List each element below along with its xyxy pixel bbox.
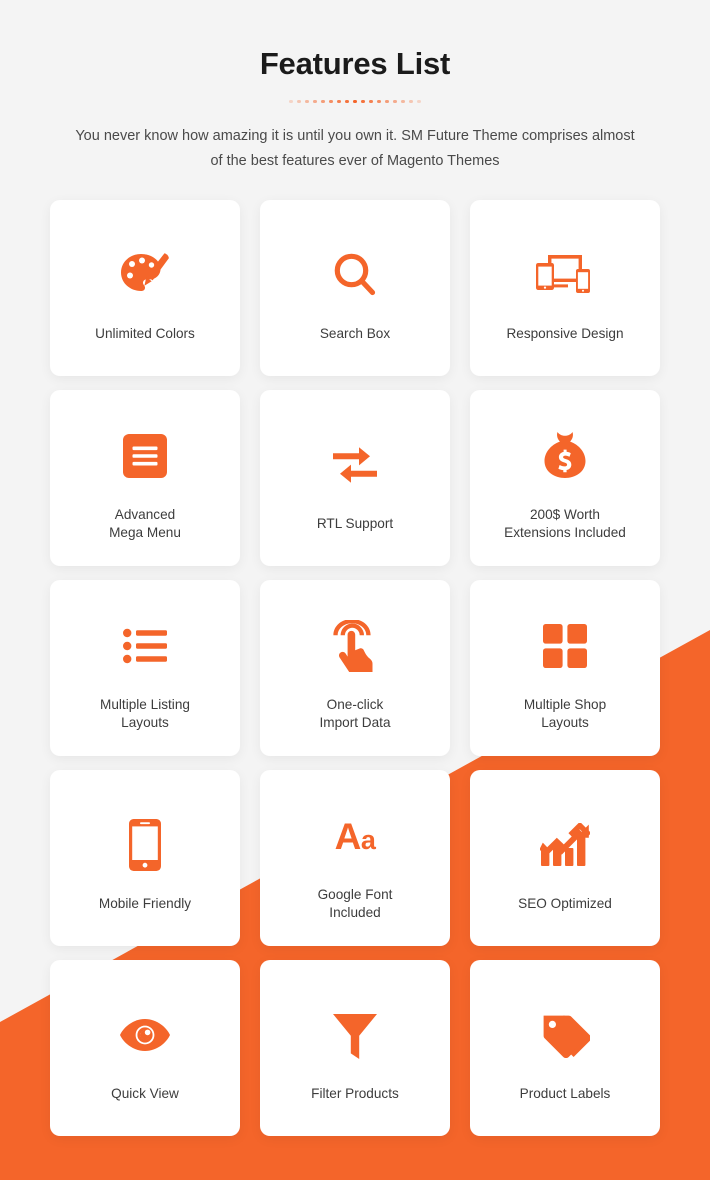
features-list-section: Features List You never know how amazing… (0, 0, 710, 1136)
feature-card[interactable]: Mobile Friendly (50, 770, 240, 946)
feature-card[interactable]: Responsive Design (470, 200, 660, 376)
hamburger-menu-icon (123, 418, 167, 494)
feature-label: Google Font Included (318, 886, 393, 921)
feature-card[interactable]: Multiple Shop Layouts (470, 580, 660, 756)
feature-label: Multiple Listing Layouts (100, 696, 190, 731)
hand-click-icon (331, 608, 379, 684)
divider-dot (345, 100, 349, 104)
feature-card[interactable]: SEO Optimized (470, 770, 660, 946)
divider-dot (305, 100, 309, 104)
feature-label: Search Box (320, 325, 390, 343)
feature-label: Advanced Mega Menu (109, 506, 181, 541)
divider-dot (361, 100, 365, 104)
page-subtitle: You never know how amazing it is until y… (72, 124, 638, 174)
feature-card[interactable]: Quick View (50, 960, 240, 1136)
growth-chart-icon (540, 807, 590, 883)
feature-label: One-click Import Data (319, 696, 390, 731)
bulleted-list-icon (123, 608, 167, 684)
feature-card[interactable]: Product Labels (470, 960, 660, 1136)
divider-dot (409, 100, 413, 104)
feature-label: SEO Optimized (518, 895, 612, 913)
feature-card[interactable]: One-click Import Data (260, 580, 450, 756)
divider-dot (385, 100, 389, 104)
feature-label: 200$ Worth Extensions Included (504, 506, 626, 541)
eye-icon (120, 997, 170, 1073)
divider-dot (401, 100, 405, 104)
feature-label: Quick View (111, 1085, 179, 1103)
grid-layout-icon (543, 608, 587, 684)
feature-label: Mobile Friendly (99, 895, 191, 913)
feature-card[interactable]: Unlimited Colors (50, 200, 240, 376)
feature-label: Filter Products (311, 1085, 399, 1103)
exchange-arrows-icon (331, 427, 379, 503)
divider-dot (353, 100, 357, 104)
divider-dot (417, 100, 421, 104)
mobile-phone-icon (129, 807, 161, 883)
feature-card[interactable]: Search Box (260, 200, 450, 376)
feature-card[interactable]: RTL Support (260, 390, 450, 566)
feature-label: RTL Support (317, 515, 393, 533)
feature-card[interactable]: Advanced Mega Menu (50, 390, 240, 566)
divider-dot (321, 100, 325, 104)
feature-card[interactable]: Filter Products (260, 960, 450, 1136)
money-bag-icon (540, 418, 590, 494)
feature-card[interactable]: Aa Google Font Included (260, 770, 450, 946)
divider-dot (337, 100, 341, 104)
divider-dot (313, 100, 317, 104)
font-aa-icon: Aa (335, 798, 376, 874)
divider-dot (369, 100, 373, 104)
feature-card[interactable]: 200$ Worth Extensions Included (470, 390, 660, 566)
feature-label: Multiple Shop Layouts (524, 696, 606, 731)
price-tags-icon (540, 997, 590, 1073)
funnel-filter-icon (332, 997, 378, 1073)
page-title: Features List (0, 46, 710, 82)
palette-icon (118, 237, 172, 313)
divider-dot (377, 100, 381, 104)
divider-dot (329, 100, 333, 104)
features-grid: Unlimited Colors Search Box Responsive D… (50, 200, 660, 1136)
feature-card[interactable]: Multiple Listing Layouts (50, 580, 240, 756)
responsive-devices-icon (534, 237, 596, 313)
feature-label: Unlimited Colors (95, 325, 195, 343)
feature-label: Responsive Design (506, 325, 623, 343)
divider-dot (297, 100, 301, 104)
divider-dot (393, 100, 397, 104)
dot-divider (0, 97, 710, 107)
feature-label: Product Labels (520, 1085, 611, 1103)
divider-dot (289, 100, 293, 104)
search-icon (332, 237, 378, 313)
